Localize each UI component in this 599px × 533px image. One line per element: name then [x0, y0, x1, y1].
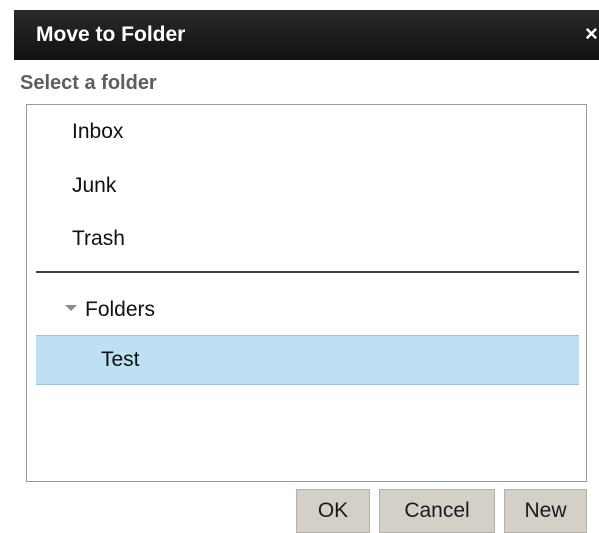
folder-item-junk[interactable]: Junk [72, 173, 116, 199]
folders-group-header[interactable]: Folders [65, 297, 155, 323]
folders-group-label: Folders [85, 298, 156, 321]
close-icon[interactable]: × [585, 21, 599, 47]
triangle-down-icon[interactable] [65, 305, 77, 311]
dialog-title: Move to Folder [36, 23, 186, 46]
move-to-folder-dialog: Move to Folder × Select a folder Inbox J… [0, 0, 599, 533]
folder-item-test[interactable]: Test [36, 335, 579, 385]
dialog-titlebar: Move to Folder × [14, 10, 599, 60]
new-folder-button[interactable]: New [504, 489, 587, 533]
folder-item-trash[interactable]: Trash [72, 226, 125, 252]
select-folder-label: Select a folder [20, 72, 157, 94]
folder-item-inbox[interactable]: Inbox [72, 119, 123, 145]
folder-list-divider [36, 271, 579, 273]
folder-list[interactable]: Inbox Junk Trash Folders Test [26, 104, 587, 482]
folder-item-test-label: Test [101, 348, 140, 371]
cancel-button[interactable]: Cancel [379, 489, 495, 533]
ok-button[interactable]: OK [296, 489, 370, 533]
